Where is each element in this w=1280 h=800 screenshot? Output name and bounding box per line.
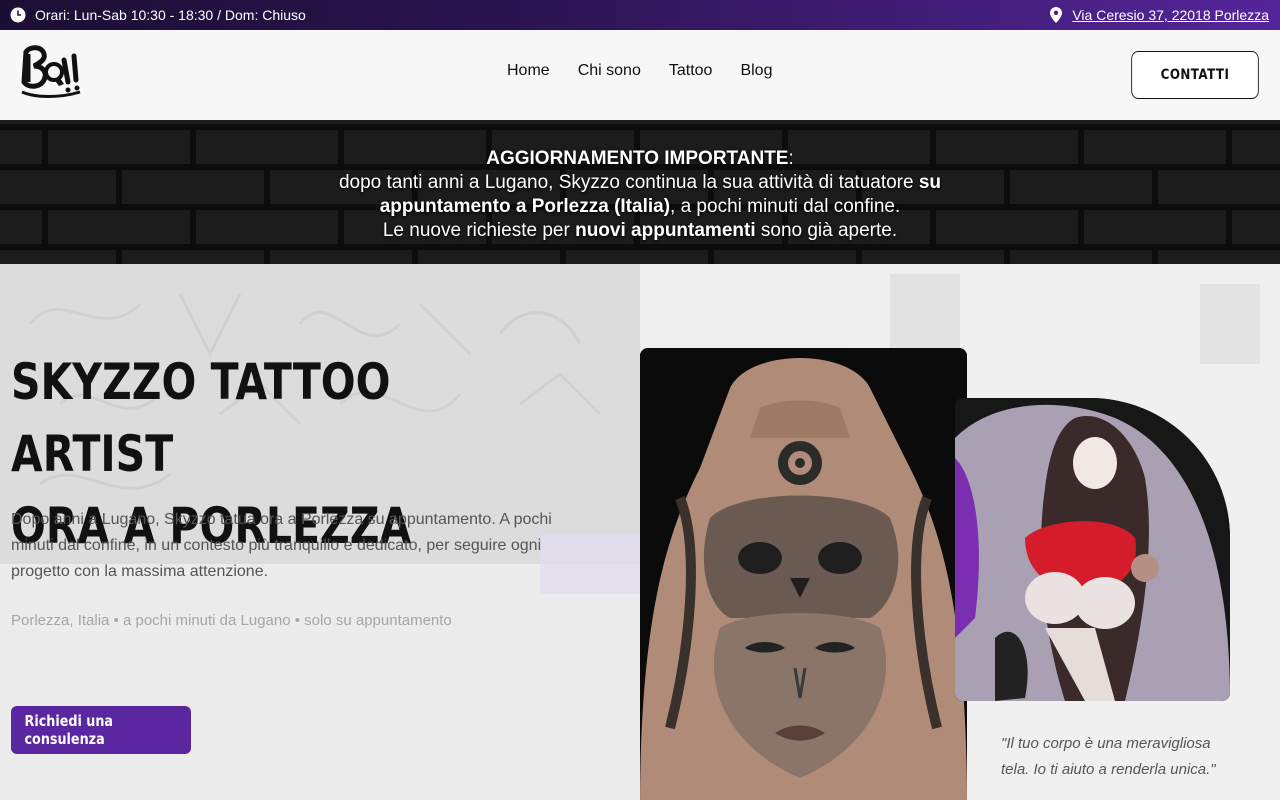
arm-tattoo-photo	[955, 398, 1230, 701]
nav-home[interactable]: Home	[507, 62, 550, 80]
opening-hours: Orari: Lun-Sab 10:30 - 18:30 / Dom: Chiu…	[10, 7, 306, 23]
announcement-line1-a: dopo tanti anni a Lugano, Skyzzo continu…	[338, 172, 919, 193]
address-link[interactable]: Via Ceresio 37, 22018 Porlezza	[1072, 7, 1269, 23]
contact-button[interactable]: CONTATTI	[1131, 51, 1259, 99]
map-pin-icon	[1050, 7, 1063, 23]
arm-tattoo-illustration	[955, 398, 1230, 701]
announcement-heading: AGGIORNAMENTO IMPORTANTE	[486, 148, 789, 169]
nav-blog[interactable]: Blog	[740, 62, 772, 80]
back-tattoo-photo	[640, 348, 967, 800]
opening-hours-text: Orari: Lun-Sab 10:30 - 18:30 / Dom: Chiu…	[35, 7, 306, 23]
main-nav: Home Chi sono Tattoo Blog	[507, 62, 772, 80]
hero-title-line1: SKYZZO TATTOO ARTIST	[11, 353, 391, 483]
top-info-bar: Orari: Lun-Sab 10:30 - 18:30 / Dom: Chiu…	[0, 0, 1280, 30]
announcement-banner: AGGIORNAMENTO IMPORTANTE: dopo tanti ann…	[0, 120, 1280, 264]
announcement-text: AGGIORNAMENTO IMPORTANTE: dopo tanti ann…	[0, 147, 1280, 243]
announcement-line1-c: , a pochi minuti dal confine.	[670, 196, 901, 217]
nav-tattoo[interactable]: Tattoo	[669, 62, 713, 80]
back-tattoo-illustration	[640, 348, 967, 800]
address-block[interactable]: Via Ceresio 37, 22018 Porlezza	[1050, 7, 1269, 23]
cta-label: Richiedi una consulenza	[24, 712, 114, 748]
announcement-line2-c: sono già aperte.	[755, 220, 898, 241]
brand-logo[interactable]	[20, 42, 84, 100]
contact-button-label: CONTATTI	[1160, 67, 1230, 83]
request-consultation-button[interactable]: Richiedi una consulenza	[11, 706, 191, 754]
announcement-colon: :	[788, 148, 794, 169]
announcement-line2-a: Le nuove richieste per	[382, 220, 576, 241]
hero-description: Dopo anni a Lugano, Skyzzo tatua ora a P…	[11, 511, 552, 580]
hero-section: SKYZZO TATTOO ARTIST ORA A PORLEZZA Dopo…	[0, 264, 1280, 800]
announcement-line2-b: nuovi appuntamenti	[575, 220, 756, 241]
hero-quote: "Il tuo corpo è una meravigliosa tela. I…	[1001, 735, 1216, 778]
clock-icon	[10, 7, 26, 23]
site-header: Home Chi sono Tattoo Blog CONTATTI	[0, 30, 1280, 120]
hero-location-meta: Porlezza, Italia • a pochi minuti da Lug…	[11, 612, 452, 629]
nav-chi-sono[interactable]: Chi sono	[578, 62, 641, 80]
